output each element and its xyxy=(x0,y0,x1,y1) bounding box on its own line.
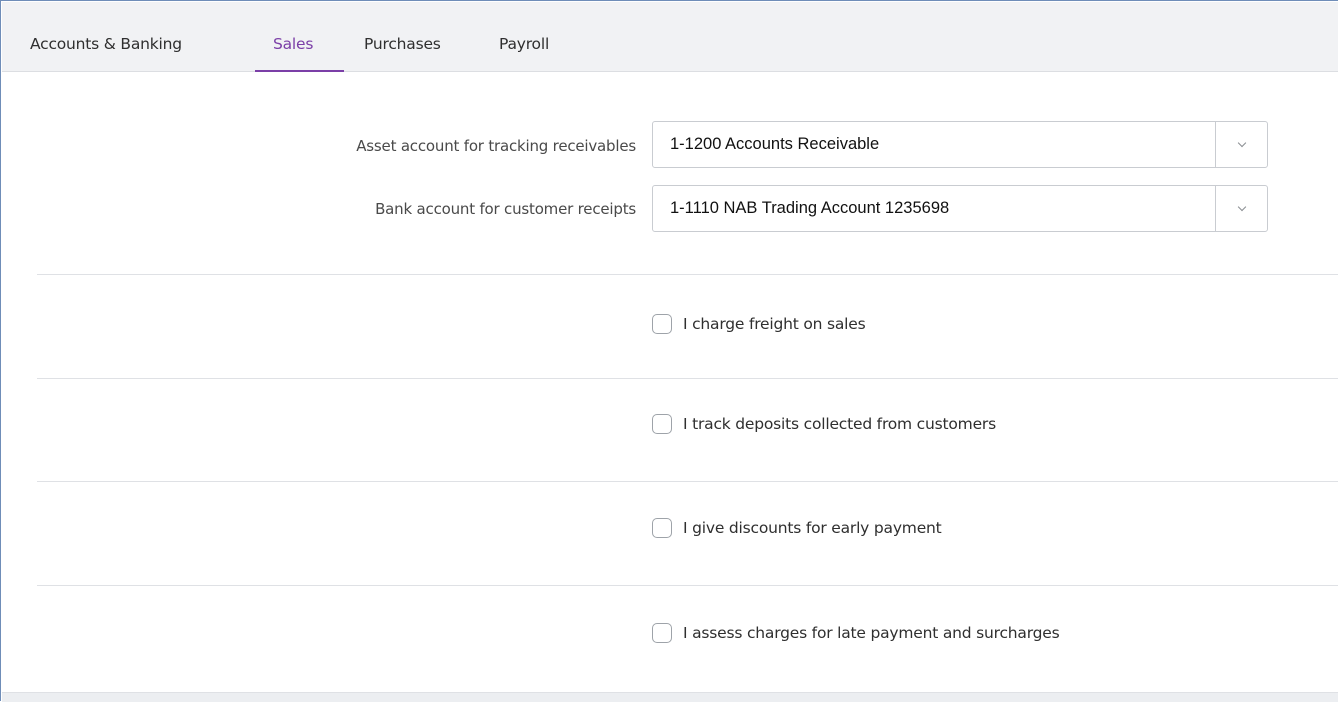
section-divider xyxy=(37,274,1338,275)
sales-settings-content: Asset account for tracking receivables 1… xyxy=(2,72,1338,692)
receivables-account-label: Asset account for tracking receivables xyxy=(356,137,636,155)
late-payment-label[interactable]: I assess charges for late payment and su… xyxy=(683,624,1060,642)
receivables-account-value: 1-1200 Accounts Receivable xyxy=(670,135,880,153)
option-late-payment-charges[interactable]: I assess charges for late payment and su… xyxy=(652,623,1060,643)
tab-bar: Accounts & Banking Sales Purchases Payro… xyxy=(2,2,1338,72)
tab-purchases[interactable]: Purchases xyxy=(364,35,441,53)
late-payment-checkbox[interactable] xyxy=(652,623,672,643)
receipts-account-value: 1-1110 NAB Trading Account 1235698 xyxy=(670,199,950,217)
receipts-account-label: Bank account for customer receipts xyxy=(375,200,636,218)
option-deposits[interactable]: I track deposits collected from customer… xyxy=(652,414,996,434)
section-divider xyxy=(37,481,1338,482)
section-divider xyxy=(37,585,1338,586)
early-payment-label[interactable]: I give discounts for early payment xyxy=(683,519,942,537)
option-freight[interactable]: I charge freight on sales xyxy=(652,314,866,334)
chevron-down-icon xyxy=(1237,202,1246,212)
tab-sales[interactable]: Sales xyxy=(273,35,313,53)
deposits-label[interactable]: I track deposits collected from customer… xyxy=(683,415,996,433)
freight-checkbox[interactable] xyxy=(652,314,672,334)
tab-payroll[interactable]: Payroll xyxy=(499,35,549,53)
chevron-down-icon xyxy=(1237,138,1246,148)
receivables-account-select[interactable]: 1-1200 Accounts Receivable xyxy=(652,121,1268,168)
receipts-account-select[interactable]: 1-1110 NAB Trading Account 1235698 xyxy=(652,185,1268,232)
freight-label[interactable]: I charge freight on sales xyxy=(683,315,866,333)
option-early-payment-discount[interactable]: I give discounts for early payment xyxy=(652,518,942,538)
early-payment-checkbox[interactable] xyxy=(652,518,672,538)
deposits-checkbox[interactable] xyxy=(652,414,672,434)
receivables-dropdown-button[interactable] xyxy=(1215,122,1267,167)
receipts-dropdown-button[interactable] xyxy=(1215,186,1267,231)
tab-accounts-banking[interactable]: Accounts & Banking xyxy=(30,35,182,53)
section-divider xyxy=(37,378,1338,379)
settings-panel: Accounts & Banking Sales Purchases Payro… xyxy=(0,0,1338,702)
